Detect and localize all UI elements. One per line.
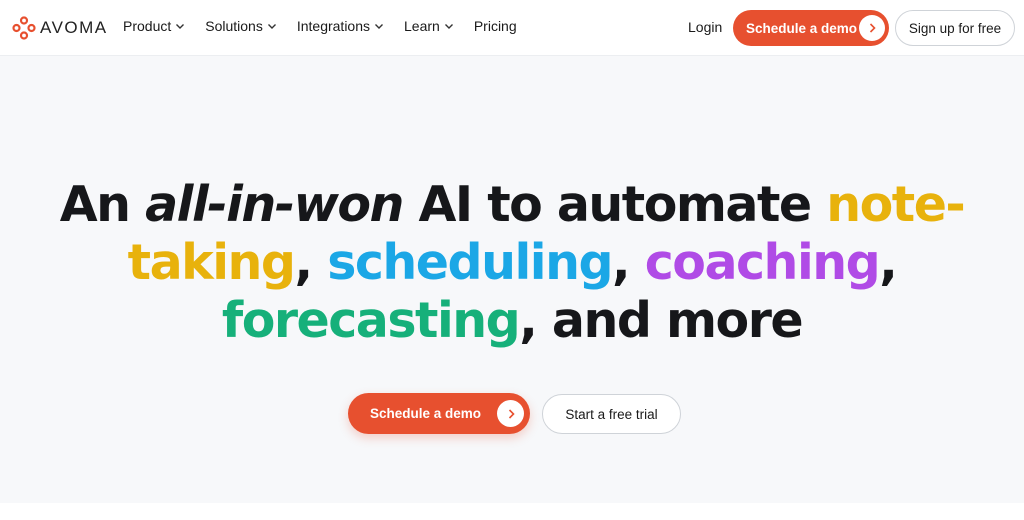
nav-item-pricing[interactable]: Pricing [474, 18, 517, 34]
main-nav: Product Solutions Integrations Learn Pri… [123, 18, 537, 34]
nav-item-label: Integrations [296, 18, 371, 34]
hero-highlight-coaching: coaching [644, 234, 881, 291]
hero-schedule-demo-label: Schedule a demo [370, 406, 482, 421]
hero-text: , [294, 234, 328, 291]
hero-text: , [612, 234, 645, 291]
signup-label: Sign up for free [908, 20, 1002, 36]
hero-highlight-scheduling: scheduling [327, 234, 613, 291]
nav-item-solutions[interactable]: Solutions [205, 18, 277, 34]
chevron-down-icon [375, 24, 384, 29]
schedule-demo-button[interactable]: Schedule a demo [733, 10, 889, 46]
chevron-right-icon [859, 15, 885, 41]
nav-item-product[interactable]: Product [123, 18, 185, 34]
brand-name: AVOMA [40, 18, 108, 37]
hero-text-italic: all-in-won [145, 176, 404, 233]
hero-text: AI to automate [402, 176, 827, 233]
hero-text: An [59, 176, 146, 233]
hero-text: , and more [519, 292, 803, 349]
site-header: AVOMA Product Solutions Integrations Lea… [0, 0, 1024, 56]
chevron-down-icon [176, 24, 185, 29]
nav-item-label: Solutions [205, 18, 263, 34]
nav-item-learn[interactable]: Learn [404, 18, 454, 34]
login-link[interactable]: Login [688, 19, 722, 35]
start-free-trial-button[interactable]: Start a free trial [542, 394, 681, 434]
nav-item-integrations[interactable]: Integrations [297, 18, 384, 34]
schedule-demo-label: Schedule a demo [746, 20, 858, 36]
avoma-logo-icon [12, 16, 36, 40]
hero-headline: An all-in-won AI to automate note- takin… [0, 176, 1024, 350]
nav-item-label: Learn [404, 18, 440, 34]
hero-line-3: forecasting, and more [0, 292, 1024, 350]
hero-highlight-note: note- [826, 176, 966, 233]
signup-button[interactable]: Sign up for free [895, 10, 1015, 46]
chevron-down-icon [267, 24, 276, 29]
avoma-logo[interactable]: AVOMA [12, 15, 108, 41]
hero-line-1: An all-in-won AI to automate note- [0, 176, 1024, 234]
hero-schedule-demo-button[interactable]: Schedule a demo [348, 393, 530, 434]
chevron-right-icon [497, 400, 524, 427]
bottom-strip [0, 503, 1024, 520]
hero-highlight-forecasting: forecasting [221, 292, 521, 349]
hero-highlight-taking: taking [127, 234, 296, 291]
start-free-trial-label: Start a free trial [565, 406, 658, 422]
chevron-down-icon [444, 24, 453, 29]
nav-item-label: Pricing [473, 18, 517, 34]
hero-line-2: taking, scheduling, coaching, [0, 234, 1024, 292]
hero-text: , [879, 234, 898, 291]
nav-item-label: Product [123, 18, 172, 34]
